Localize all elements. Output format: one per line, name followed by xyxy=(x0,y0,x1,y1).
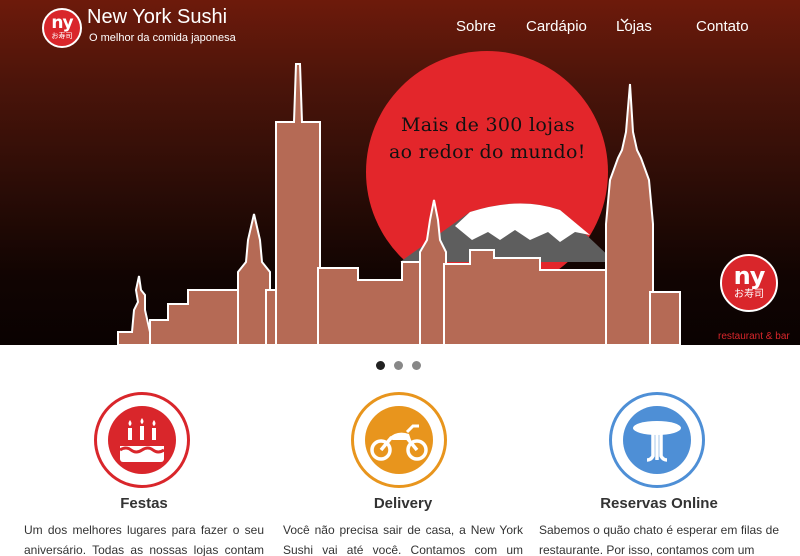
carousel-dot-1[interactable] xyxy=(376,361,385,370)
feature-title: Festas xyxy=(120,495,168,512)
logo-letters: ny xyxy=(51,12,73,33)
hero-carousel[interactable]: ny お寿司 New York Sushi O melhor da comida… xyxy=(0,0,800,345)
navbar: ny お寿司 New York Sushi O melhor da comida… xyxy=(0,0,800,56)
chevron-down-icon xyxy=(620,18,629,24)
logo[interactable]: ny お寿司 xyxy=(42,8,82,48)
nav-item-lojas[interactable]: Lojas xyxy=(616,18,652,35)
brand-tagline: O melhor da comida japonesa xyxy=(89,32,236,44)
nav-item-contato[interactable]: Contato xyxy=(696,18,749,35)
badge-subtitle: restaurant & bar xyxy=(718,331,790,342)
nav-item-sobre[interactable]: Sobre xyxy=(456,18,496,35)
badge-letters: ny xyxy=(733,261,766,290)
birthday-cake-icon xyxy=(94,392,190,488)
feature-description: Você não precisa sair de casa, a New Yor… xyxy=(283,523,523,556)
brand-name[interactable]: New York Sushi xyxy=(87,6,227,29)
badge-japanese: お寿司 xyxy=(734,288,764,300)
carousel-dot-2[interactable] xyxy=(394,361,403,370)
feature-title: Reservas Online xyxy=(600,495,718,512)
nav-item-cardapio[interactable]: Cardápio xyxy=(526,18,587,35)
logo-japanese: お寿司 xyxy=(51,32,73,40)
carousel-indicators xyxy=(376,361,421,370)
hero-headline-line-1: Mais de 300 lojas xyxy=(401,114,575,136)
carousel-dot-3[interactable] xyxy=(412,361,421,370)
table-icon xyxy=(609,392,705,488)
feature-description: Um dos melhores lugares para fazer o seu… xyxy=(24,523,264,556)
feature-description: Sabemos o quão chato é esperar em filas … xyxy=(539,523,779,556)
restaurant-badge: ny お寿司 xyxy=(720,254,778,312)
motorcycle-icon xyxy=(351,392,447,488)
hero-headline-line-2: ao redor do mundo! xyxy=(389,141,586,163)
feature-title: Delivery xyxy=(373,495,433,512)
